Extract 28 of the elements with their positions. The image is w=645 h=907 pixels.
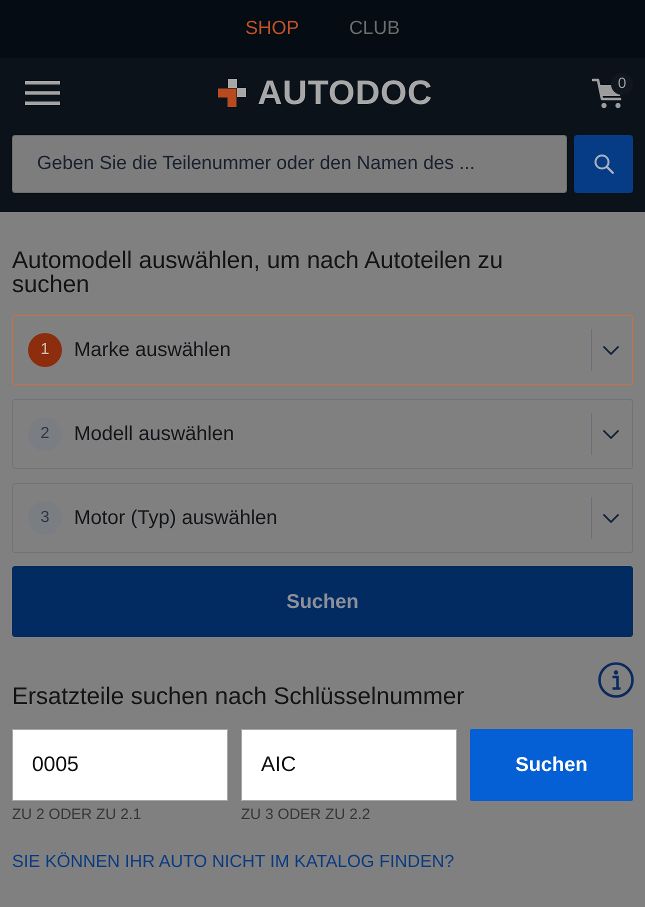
search-button[interactable]: Suchen [470, 729, 633, 801]
step-number-badge: 1 [28, 333, 62, 367]
tab[interactable]: CLUB [349, 17, 400, 41]
search-button[interactable]: Suchen [12, 566, 633, 637]
help-link[interactable]: SIE KÖNNEN IHR AUTO NICHT IM KATALOG FINDEN? [12, 851, 454, 871]
key-number-field[interactable]: AIC [241, 729, 457, 801]
field-caption: ZU 3 ODER ZU 2.2 [241, 806, 372, 824]
chevron-down-icon [603, 514, 619, 522]
key-number-field[interactable]: 0005 [12, 729, 228, 801]
menu-icon[interactable] [25, 81, 60, 105]
dropdown-select[interactable]: 2 Modell auswählen [12, 399, 633, 469]
plus-logo-icon [218, 79, 246, 107]
info-icon[interactable] [598, 662, 634, 698]
step-number-badge: 3 [28, 501, 62, 535]
chevron-down-icon [603, 346, 619, 354]
section-heading: Automodell auswählen, um nach Autoteilen zu suchen [12, 249, 504, 297]
logo-text[interactable]: AUTODOC [258, 73, 432, 113]
search-button[interactable] [574, 135, 633, 193]
cart-count-badge: 0 [611, 72, 633, 94]
search-field[interactable]: Geben Sie die Teilenummer oder den Namen des ... [12, 135, 567, 193]
dropdown-select[interactable]: 3 Motor (Typ) auswählen [12, 483, 633, 553]
field-caption: ZU 2 ODER ZU 2.1 [12, 806, 142, 824]
tab[interactable]: SHOP [245, 17, 300, 41]
search-icon [594, 154, 614, 174]
step-number-badge: 2 [28, 417, 62, 451]
section-heading: Ersatzteile suchen nach Schlüsselnummer [12, 685, 464, 709]
chevron-down-icon [603, 430, 619, 438]
dropdown-select[interactable]: 1 Marke auswählen [12, 315, 633, 385]
